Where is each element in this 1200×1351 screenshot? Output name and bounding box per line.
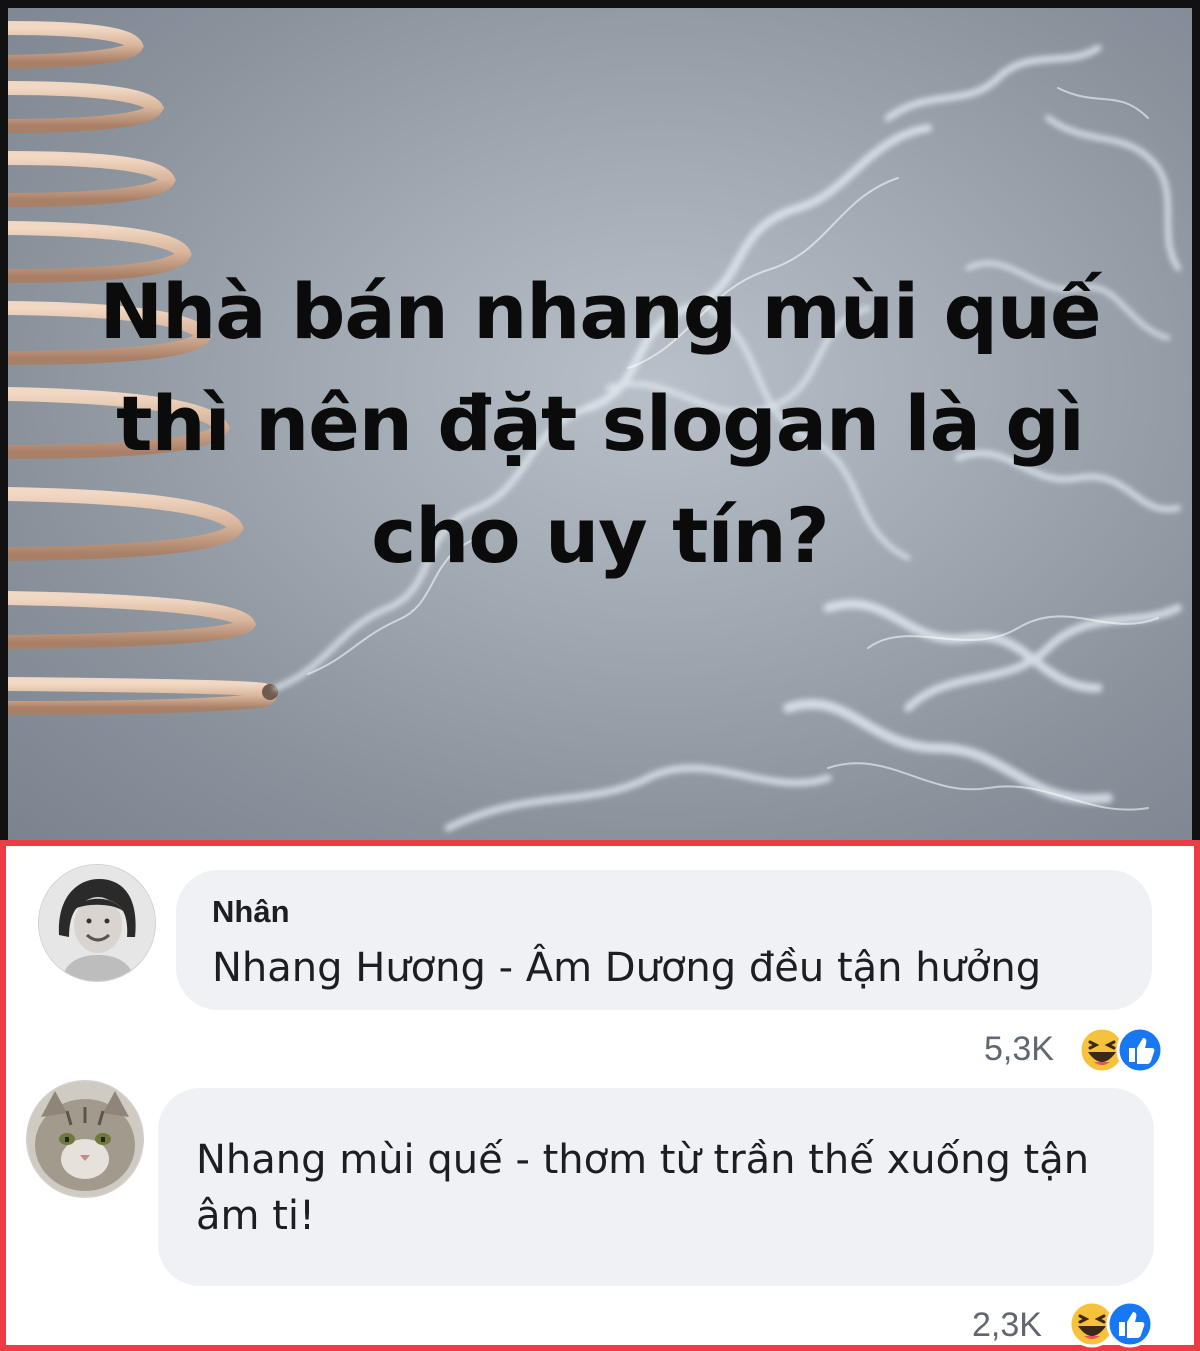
woman-portrait-icon <box>39 865 155 981</box>
reaction-count-2[interactable]: 2,3K <box>972 1306 1042 1345</box>
cat-face-icon <box>27 1081 143 1197</box>
commenter-avatar-2[interactable] <box>26 1080 144 1198</box>
reaction-count-1[interactable]: 5,3K <box>984 1030 1054 1069</box>
comment-text-2-line-2: âm ti! <box>196 1193 316 1239</box>
meme-frame: Nhà bán nhang mùi quế thì nên đặt slogan… <box>0 0 1200 1351</box>
comment-text-2-line-1: Nhang mùi quế - thơm từ trần thế xuống t… <box>196 1137 1090 1183</box>
headline-line-1: Nhà bán nhang mùi quế <box>99 267 1101 356</box>
commenter-avatar-1[interactable] <box>38 864 156 982</box>
post-image: Nhà bán nhang mùi quế thì nên đặt slogan… <box>8 8 1192 840</box>
reactions-1[interactable] <box>1076 1026 1166 1074</box>
headline-line-2: thì nên đặt slogan là gì <box>116 379 1085 468</box>
reactions-2[interactable] <box>1066 1300 1156 1348</box>
headline-line-3: cho uy tín? <box>371 491 830 580</box>
post-headline: Nhà bán nhang mùi quế thì nên đặt slogan… <box>8 256 1192 592</box>
comment-bubble-2[interactable] <box>158 1088 1154 1286</box>
like-icon <box>1106 1300 1154 1348</box>
like-icon <box>1116 1026 1164 1074</box>
comment-author-1[interactable]: Nhân <box>212 894 290 930</box>
comments-panel: Nhân Nhang Hương - Âm Dương đều tận hưởn… <box>0 840 1200 1351</box>
comment-text-1: Nhang Hương - Âm Dương đều tận hưởng <box>212 945 1042 991</box>
